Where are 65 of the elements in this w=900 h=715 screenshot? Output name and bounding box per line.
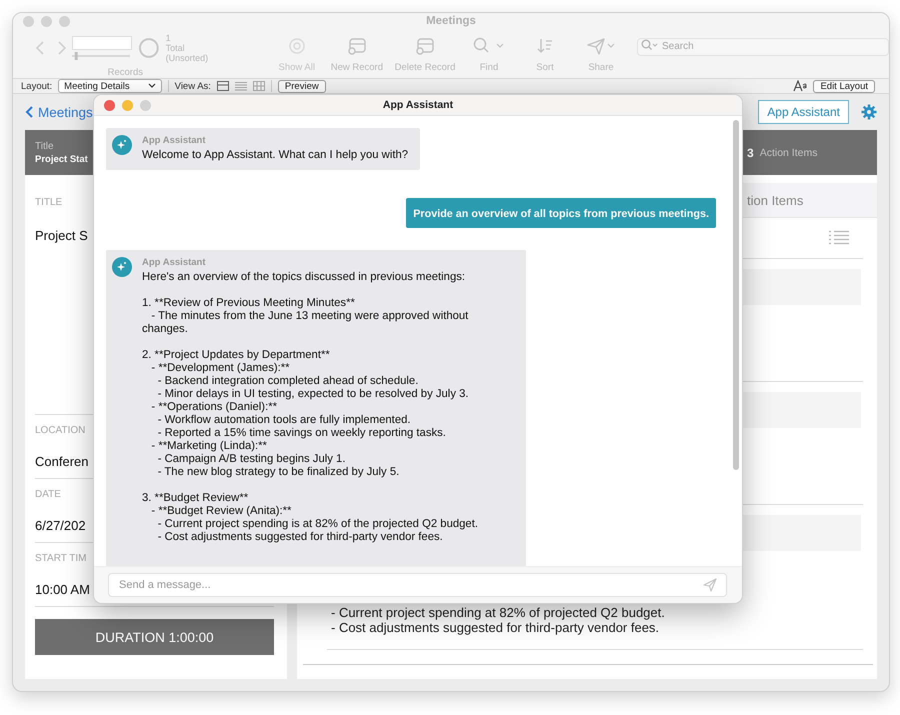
search-icon [641,39,659,51]
text-size-icon[interactable] [793,80,808,92]
field-value[interactable]: Project S [35,228,88,243]
scrollbar-thumb[interactable] [733,120,739,470]
window-title: App Assistant [382,99,454,111]
settings-icon[interactable] [861,104,877,120]
records-label: Records [108,67,143,78]
records-icon [286,36,307,56]
duration-button[interactable]: DURATION 1:00:00 [35,619,274,655]
message-text: Provide an overview of all topics from previous meetings. [413,208,709,220]
close-button[interactable] [23,16,34,26]
minimize-button[interactable] [41,16,52,26]
list-view-icon[interactable] [234,81,247,91]
caret-icon [148,83,156,89]
zoom-button[interactable] [59,16,70,26]
share-icon [586,36,616,56]
view-as-label: View As: [174,80,211,92]
layout-label: Layout: [21,80,52,92]
message-input-field[interactable]: Send a message... [108,573,727,597]
action-item-text: - Current project spending at 82% of projected Q2 budget. [331,605,665,620]
action-item-text: - Cost adjustments suggested for third-party vendor fees. [331,620,660,635]
minimize-button[interactable] [122,100,133,110]
found-count: 1 [166,33,172,43]
sparkle-avatar-icon [112,135,132,155]
record-slider[interactable] [72,52,130,60]
preview-button[interactable]: Preview [278,80,326,92]
toolbar-new-record-button[interactable]: New Record [324,33,389,73]
field-label: DATE [35,489,61,500]
delete-record-icon [414,36,436,56]
record-number-field[interactable] [72,36,132,50]
send-icon[interactable] [703,578,717,592]
back-icon[interactable] [35,41,45,55]
action-items-title: Action Items [760,146,818,158]
found-label: Total (Unsorted) [166,43,210,63]
action-count: 3 [747,146,754,160]
action-items-tab[interactable]: tion Items [747,192,804,208]
list-icon[interactable] [829,230,849,246]
header-label: Title [35,140,54,152]
field-value[interactable]: 10:00 AM [35,582,90,597]
close-button[interactable] [104,100,115,110]
sparkle-avatar-icon [112,257,132,277]
field-label: LOCATION [35,425,86,436]
sender-name: App Assistant [142,135,206,146]
app-assistant-button[interactable]: App Assistant [758,100,849,124]
table-view-icon[interactable] [252,81,265,91]
zoom-button[interactable] [140,100,151,110]
layout-dropdown[interactable]: Meeting Details [58,79,162,93]
progress-ring-icon [138,37,160,59]
field-value[interactable]: 6/27/202 [35,518,86,533]
form-view-icon[interactable] [216,81,229,91]
forward-icon[interactable] [57,41,67,55]
search-field[interactable]: Search [637,38,889,56]
slider-thumb[interactable] [74,52,78,60]
edit-layout-button[interactable]: Edit Layout [813,80,875,92]
window-title: Meetings [426,15,476,27]
message-text: Welcome to App Assistant. What can I help you with? [142,149,408,162]
field-label: TITLE [35,197,62,208]
message-text: Here's an overview of the topics discussed in previous meetings: 1. **Review of Previous Meeting Minutes** - The minutes from the June 13 meeting were approved without changes. 2. **Project Updates by Department** - **Development (James):** - Backend integration completed ahead of schedule. - Minor delays in UI testing, expected to be resolved by July 3. - **Operations (Daniel):** - Workflow automation tools are fully implemented. - Reported a 15% time savings on weekly reporting tasks. - **Marketing (Linda):** - Campaign A/B testing begins July 1. - The new blog strategy to be finalized by July 5. 3. **Budget Review** - **Budget Review (Anita):** - Current project spending is at 82% of the projected Q2 budget. - Cost adjustments suggested for third-party vendor fees. [142,271,479,544]
sender-name: App Assistant [142,257,206,268]
new-record-icon [346,36,368,56]
header-value: Project Stat [35,154,88,164]
field-label: START TIM [35,553,86,564]
back-chevron-icon [25,106,33,118]
field-value[interactable]: Conferen [35,454,88,469]
back-link[interactable]: Meetings [25,104,93,120]
